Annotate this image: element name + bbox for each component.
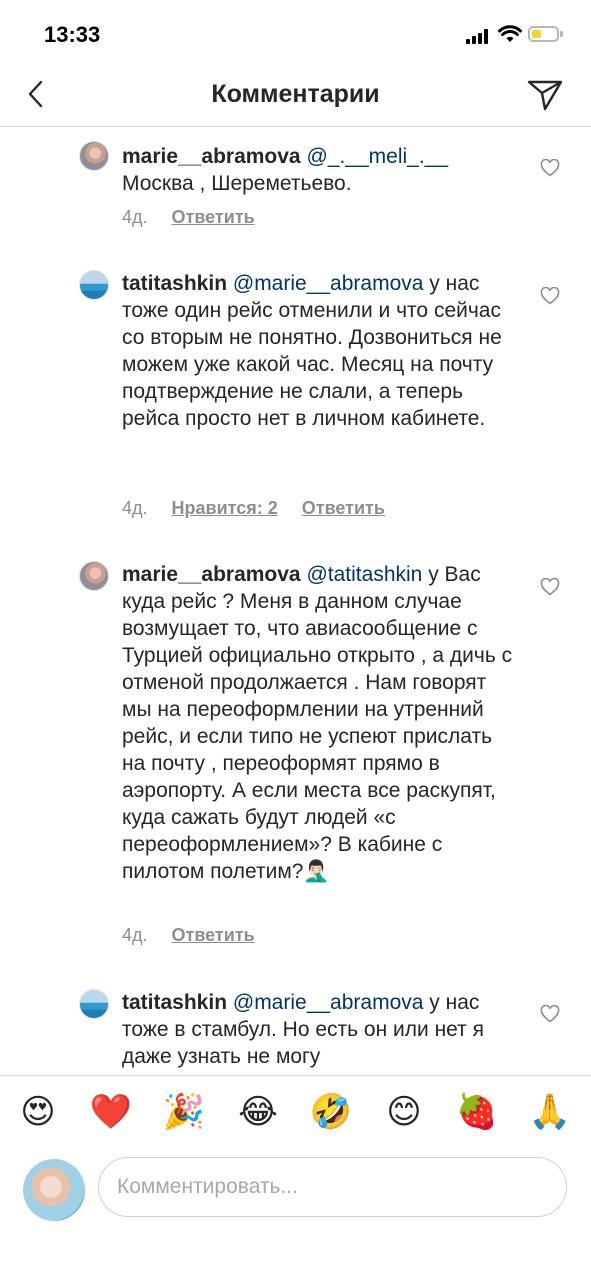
comment-text: tatitashkin @marie__abramova у нас тоже … xyxy=(122,270,517,432)
status-bar: 13:33 xyxy=(0,0,591,70)
comment-mention[interactable]: @_.__meli_.__ xyxy=(306,145,448,168)
send-icon[interactable] xyxy=(526,78,564,112)
comment-mention[interactable]: @tatitashkin xyxy=(306,563,422,586)
comment-username[interactable]: marie__abramova xyxy=(122,145,301,168)
signal-icon xyxy=(466,29,490,44)
comment-text: marie__abramova @_.__meli_.__ Москва , Ш… xyxy=(122,143,517,197)
comment-meta: 4д. Нравится: 2 Ответить xyxy=(122,498,409,519)
comment-body: у нас тоже один рейс отменили и что сейч… xyxy=(122,272,502,430)
comment-meta: 4д. Ответить xyxy=(122,925,279,946)
comment-meta: 4д. Ответить xyxy=(122,207,279,228)
emoji-bar: 😍 ❤️ 🎉 😂 🤣 😊 🍓 🙏 xyxy=(0,1075,591,1152)
avatar[interactable] xyxy=(79,989,109,1019)
reply-button[interactable]: Ответить xyxy=(172,925,255,946)
comment-username[interactable]: tatitashkin xyxy=(122,991,227,1014)
comment-username[interactable]: marie__abramova xyxy=(122,563,301,586)
comment-text: marie__abramova @tatitashkin у Вас куда … xyxy=(122,561,517,885)
emoji-heart-eyes[interactable]: 😍 xyxy=(16,1092,60,1132)
comment-mention[interactable]: @marie__abramova xyxy=(233,272,424,295)
emoji-rolling-laughing[interactable]: 🤣 xyxy=(309,1092,353,1132)
comment-time: 4д. xyxy=(122,925,148,945)
current-user-avatar xyxy=(23,1159,85,1221)
comment-time: 4д. xyxy=(122,207,148,227)
heart-outline-icon[interactable] xyxy=(540,159,560,177)
comment-text: tatitashkin @marie__abramova у нас тоже … xyxy=(122,989,517,1070)
nav-header: Комментарии xyxy=(0,70,591,127)
emoji-strawberry[interactable]: 🍓 xyxy=(455,1092,499,1132)
emoji-folded-hands[interactable]: 🙏 xyxy=(528,1092,572,1132)
avatar[interactable] xyxy=(79,141,109,171)
wifi-icon xyxy=(498,25,522,42)
comment-time: 4д. xyxy=(122,498,148,518)
heart-outline-icon[interactable] xyxy=(540,578,560,596)
comment-username[interactable]: tatitashkin xyxy=(122,272,227,295)
avatar[interactable] xyxy=(79,270,109,300)
reply-button[interactable]: Ответить xyxy=(172,207,255,228)
avatar[interactable] xyxy=(79,561,109,591)
comment-input-row xyxy=(0,1151,591,1280)
heart-outline-icon[interactable] xyxy=(540,1005,560,1023)
heart-outline-icon[interactable] xyxy=(540,287,560,305)
status-time: 13:33 xyxy=(44,22,101,47)
emoji-tears-of-joy[interactable]: 😂 xyxy=(236,1092,280,1132)
emoji-party-popper[interactable]: 🎉 xyxy=(162,1092,206,1132)
emoji-smiling[interactable]: 😊 xyxy=(382,1092,426,1132)
comment-body: у Вас куда рейс ? Меня в данном случае в… xyxy=(122,563,513,883)
likes-count[interactable]: Нравится: 2 xyxy=(172,498,278,519)
comment-body: Москва , Шереметьево. xyxy=(122,172,352,195)
reply-button[interactable]: Ответить xyxy=(302,498,385,519)
comment-input[interactable] xyxy=(98,1157,567,1217)
comment-list[interactable]: marie__abramova @_.__meli_.__ Москва , Ш… xyxy=(0,127,591,1075)
battery-tip xyxy=(560,31,563,37)
page-title: Комментарии xyxy=(211,80,380,108)
comment-mention[interactable]: @marie__abramova xyxy=(233,991,424,1014)
battery-icon xyxy=(528,26,559,42)
emoji-red-heart[interactable]: ❤️ xyxy=(89,1092,133,1132)
